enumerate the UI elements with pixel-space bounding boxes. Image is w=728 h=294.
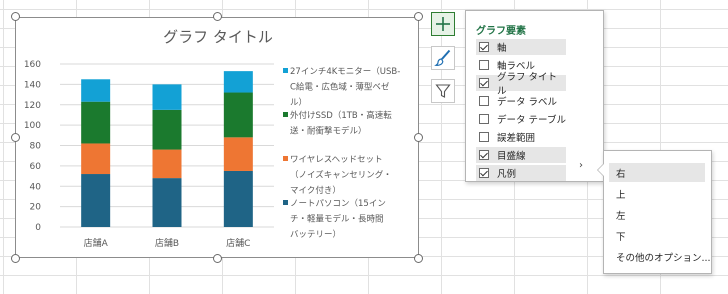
x-axis-tick-labels: 店舗A 店舗B 店舗C bbox=[84, 237, 251, 249]
y-axis-tick-labels: 0 20 40 60 80 100 120 140 160 bbox=[24, 60, 41, 233]
resize-handle-top[interactable] bbox=[213, 12, 222, 21]
y-tick-label: 80 bbox=[30, 142, 42, 152]
menu-item-right[interactable]: 右 bbox=[609, 163, 705, 182]
plus-icon bbox=[436, 17, 450, 31]
axes-checkbox[interactable] bbox=[479, 42, 489, 52]
bar-segment bbox=[223, 170, 253, 227]
bar-segment bbox=[223, 137, 253, 171]
y-tick-label: 60 bbox=[30, 162, 42, 172]
funnel-icon bbox=[435, 84, 451, 98]
x-tick-label: 店舗A bbox=[84, 237, 109, 249]
pane-item-error-bars[interactable]: 誤差範囲 bbox=[476, 129, 566, 145]
pane-item-chart-title[interactable]: グラフ タイトル bbox=[476, 72, 566, 97]
legend-entry-text: （ノイズキャンセリング・ bbox=[290, 170, 392, 181]
pane-item-label: 軸 bbox=[497, 43, 507, 54]
legend-entry-text: ル） bbox=[290, 97, 307, 108]
legend-entry-text: 送・耐衝撃モデル） bbox=[290, 126, 367, 137]
y-tick-label: 100 bbox=[24, 121, 41, 131]
bar-segment bbox=[152, 109, 182, 150]
y-tick-label: 0 bbox=[35, 223, 41, 233]
legend-swatch bbox=[283, 200, 288, 205]
y-tick-label: 120 bbox=[24, 101, 41, 111]
bar-segment bbox=[81, 143, 111, 175]
resize-handle-right[interactable] bbox=[414, 133, 423, 142]
bar-segment bbox=[81, 174, 111, 227]
error-bars-checkbox[interactable] bbox=[479, 132, 489, 142]
resize-handle-top-left[interactable] bbox=[11, 12, 20, 21]
pane-title: グラフ要素 bbox=[476, 26, 526, 37]
menu-item-bottom[interactable]: 下 bbox=[609, 226, 705, 245]
legend-position-menu: 右 上 左 下 その他のオプション... bbox=[597, 150, 712, 274]
y-tick-label: 20 bbox=[30, 203, 42, 213]
chart-styles-button[interactable] bbox=[431, 46, 455, 70]
pane-item-legend[interactable]: 凡例 bbox=[476, 165, 566, 181]
legend-checkbox[interactable] bbox=[479, 168, 489, 178]
pane-item-label: データ ラベル bbox=[497, 97, 558, 108]
bar-segment bbox=[152, 178, 182, 227]
legend-entry-text: 外付けSSD（1TB・高速転 bbox=[290, 110, 392, 121]
menu-item-top[interactable]: 上 bbox=[609, 184, 705, 203]
bar-segment bbox=[81, 79, 111, 102]
pane-item-label: 凡例 bbox=[497, 169, 517, 180]
axis-titles-checkbox[interactable] bbox=[479, 60, 489, 70]
legend-entry-text: チ・軽量モデル・長時間 bbox=[290, 214, 384, 225]
legend-swatch bbox=[283, 112, 288, 117]
resize-handle-bottom[interactable] bbox=[213, 254, 222, 263]
pane-item-label: データ テーブル bbox=[497, 115, 566, 126]
bar-segment bbox=[81, 101, 111, 144]
pane-item-label: 誤差範囲 bbox=[497, 133, 536, 144]
bar-segment bbox=[223, 92, 253, 138]
chart-elements-pane: グラフ要素 軸 軸ラベル グラフ タイトル データ ラベル データ テーブル 誤… bbox=[465, 10, 604, 182]
bar-segment bbox=[223, 71, 253, 93]
bar-segment bbox=[152, 84, 182, 110]
legend-entry-text: ノートパソコン（15イン bbox=[290, 198, 386, 209]
chart-title-checkbox[interactable] bbox=[479, 78, 489, 88]
chart-filters-button[interactable] bbox=[431, 79, 455, 103]
bar-segment bbox=[152, 149, 182, 179]
pane-item-label: 目盛線 bbox=[497, 151, 526, 162]
data-labels-checkbox[interactable] bbox=[479, 96, 489, 106]
legend-swatch bbox=[283, 68, 288, 73]
paintbrush-icon bbox=[434, 49, 451, 66]
y-tick-label: 40 bbox=[30, 182, 42, 192]
chart-svg: グラフ タイトル 0 20 40 60 80 100 120 140 160 店舗A 店舗B 店舗C… bbox=[24, 28, 401, 249]
legend-entry-text: C給電・広色域・薄型ベゼ bbox=[290, 82, 390, 93]
data-table-checkbox[interactable] bbox=[479, 114, 489, 124]
chart-area[interactable]: グラフ タイトル 0 20 40 60 80 100 120 140 160 店舗A 店舗B 店舗C… bbox=[15, 17, 419, 258]
x-tick-label: 店舗C bbox=[226, 237, 250, 249]
pane-item-axes[interactable]: 軸 bbox=[476, 39, 566, 55]
menu-item-left[interactable]: 左 bbox=[609, 205, 705, 224]
gridlines-checkbox[interactable] bbox=[479, 150, 489, 160]
legend-entry-text: 27インチ4Kモニター（USB- bbox=[290, 66, 400, 77]
legend-entry-text: マイク付き） bbox=[290, 185, 341, 196]
legend[interactable]: 27インチ4Kモニター（USB- C給電・広色域・薄型ベゼル） 外付けSSD（1TB… bbox=[283, 66, 400, 240]
menu-item-more-options[interactable]: その他のオプション... bbox=[609, 247, 711, 266]
chart-title[interactable]: グラフ タイトル bbox=[163, 28, 273, 46]
y-tick-label: 140 bbox=[24, 80, 41, 90]
legend-swatch bbox=[283, 156, 288, 161]
pane-item-data-table[interactable]: データ テーブル bbox=[476, 111, 566, 127]
resize-handle-bottom-left[interactable] bbox=[11, 254, 20, 263]
pane-item-gridlines[interactable]: 目盛線 bbox=[476, 147, 566, 163]
pane-item-data-labels[interactable]: データ ラベル bbox=[476, 93, 566, 109]
legend-entry-text: ワイヤレスヘッドセット bbox=[290, 155, 383, 165]
resize-handle-left[interactable] bbox=[11, 133, 20, 142]
chart-elements-button[interactable] bbox=[431, 12, 455, 36]
resize-handle-bottom-right[interactable] bbox=[414, 254, 423, 263]
resize-handle-top-right[interactable] bbox=[414, 12, 423, 21]
y-tick-label: 160 bbox=[24, 60, 41, 70]
legend-entry-text: バッテリー） bbox=[290, 229, 341, 240]
chevron-right-icon[interactable]: › bbox=[579, 160, 583, 171]
bars bbox=[81, 71, 253, 227]
x-tick-label: 店舗B bbox=[155, 237, 179, 249]
